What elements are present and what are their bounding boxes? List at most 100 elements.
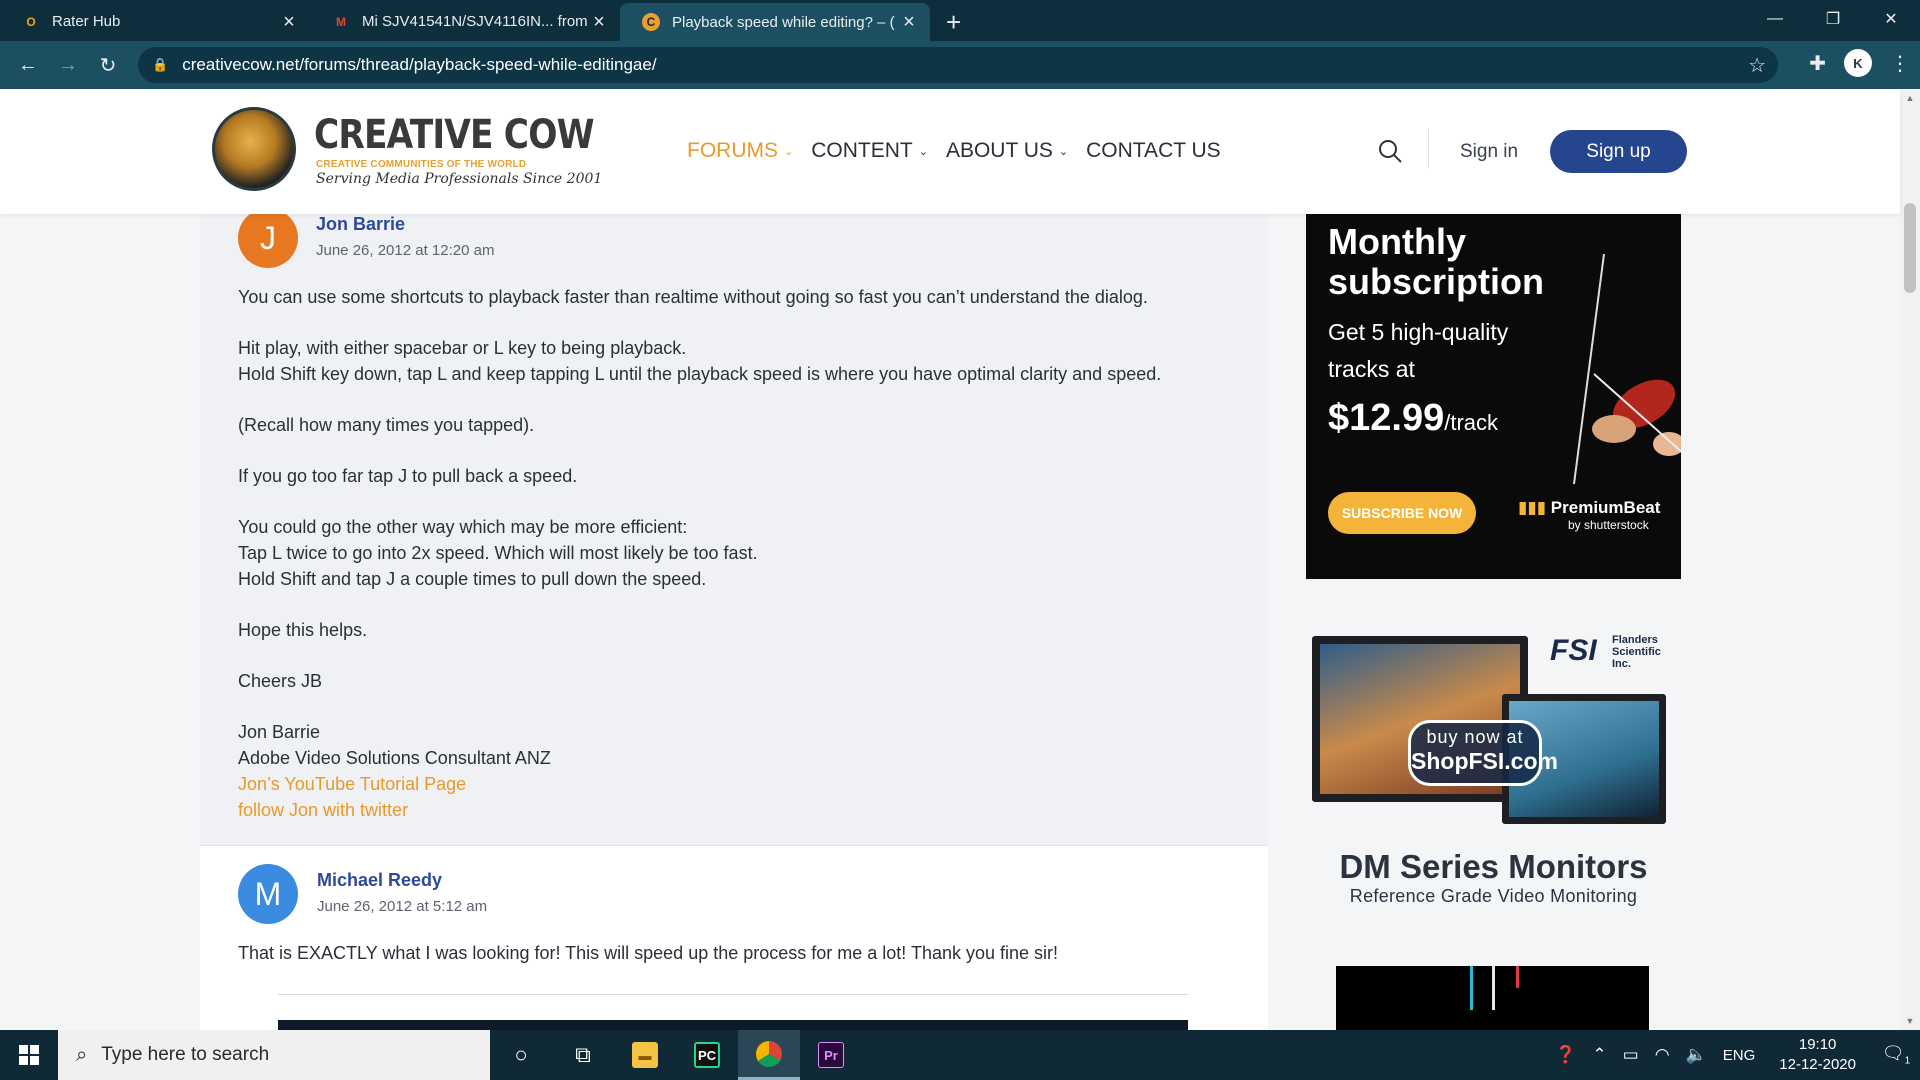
clock-time: 19:10 [1798,1036,1837,1053]
nav-label: FORUMS [687,139,778,162]
subscribe-now-button[interactable]: SUBSCRIBE NOW [1328,492,1476,534]
help-icon[interactable]: ❓ [1547,1045,1584,1065]
tab-rater-hub[interactable]: O Rater Hub × [0,4,310,39]
post-paragraph: (Recall how many times you tapped). [238,415,535,435]
logo-slogan: Serving Media Professionals Since 2001 [316,171,603,187]
scroll-up-icon[interactable]: ▲ [1900,93,1920,103]
tab-title: Rater Hub [52,13,121,30]
creative-cow-logo[interactable]: CREATIVE COW CREATIVE COMMUNITIES OF THE… [212,107,602,197]
ad-decoration [1470,966,1473,1010]
reload-button[interactable]: ↻ [88,53,128,78]
lock-icon[interactable]: 🔒 [152,57,168,73]
ad-decoration [1516,966,1519,988]
ad-subtext: Get 5 high-quality tracks at [1328,319,1509,382]
logo-tagline: CREATIVE COMMUNITIES OF THE WORLD [316,159,527,170]
scroll-down-icon[interactable]: ▼ [1900,1016,1920,1026]
battery-icon[interactable]: ▭ [1615,1045,1647,1065]
fsi-monitors-ad[interactable]: FSI Flanders Scientific Inc. buy now at … [1306,622,1681,922]
close-tab-icon[interactable]: × [280,12,298,32]
main-navigation: FORUMS ⌄ CONTENT ⌄ ABOUT US ⌄ CONTACT US [687,139,1221,163]
nav-label: CONTACT US [1086,139,1221,162]
post-paragraph: Hit play, with either spacebar or L key … [238,338,1162,384]
ad-subtitle: Reference Grade Video Monitoring [1349,886,1638,906]
author-name-link[interactable]: Jon Barrie [316,214,405,235]
close-tab-icon[interactable]: × [590,12,608,32]
extension-area: ✚ K ⋮ [1809,49,1910,77]
extensions-puzzle-icon[interactable]: ✚ [1809,51,1826,76]
reply-post: J Jon Barrie June 26, 2012 at 12:20 am Y… [200,214,1268,846]
chevron-up-icon[interactable]: ⌃ [1584,1045,1614,1065]
page-content: J Jon Barrie June 26, 2012 at 12:20 am Y… [0,214,1900,1030]
post-paragraph: You could go the other way which may be … [238,517,758,589]
post-paragraph: That is EXACTLY what I was looking for! … [238,943,1059,963]
violin-icon [1573,254,1681,485]
nav-label: ABOUT US [945,139,1053,162]
third-ad[interactable] [1336,966,1649,1030]
embedded-media[interactable] [278,1020,1188,1030]
author-avatar[interactable]: J [238,214,298,268]
language-indicator[interactable]: ENG [1715,1047,1764,1064]
sign-up-button[interactable]: Sign up [1550,130,1687,173]
restore-button[interactable]: ❐ [1804,0,1862,38]
file-explorer-icon[interactable]: ▬ [614,1030,676,1080]
thread-replies: J Jon Barrie June 26, 2012 at 12:20 am Y… [200,214,1268,1030]
nav-content[interactable]: CONTENT ⌄ [811,139,928,163]
wifi-icon[interactable]: ◠ [1647,1045,1678,1065]
search-icon: ⌕ [76,1043,88,1066]
clock[interactable]: 19:10 12-12-2020 [1763,1035,1872,1075]
notification-center-icon[interactable]: 🗨1 [1872,1043,1920,1067]
forward-button[interactable]: → [48,54,88,77]
reply-post: M Michael Reedy June 26, 2012 at 5:12 am… [200,846,1268,1030]
pycharm-icon[interactable]: PC [676,1030,738,1080]
nav-about-us[interactable]: ABOUT US ⌄ [946,139,1068,163]
tab-creative-cow[interactable]: C Playback speed while editing? – ( × [620,3,930,41]
search-icon[interactable] [1376,137,1404,165]
post-paragraph: You can use some shortcuts to playback f… [238,287,1148,307]
page-scrollbar[interactable]: ▲ ▼ [1900,89,1920,1030]
cortana-icon[interactable]: ○ [490,1030,552,1080]
tab-gmail[interactable]: M Mi SJV41541N/SJV4116IN... from × [310,4,620,39]
post-paragraph: Hope this helps. [238,620,368,640]
back-button[interactable]: ← [8,54,48,77]
bookmark-star-icon[interactable]: ☆ [1748,53,1766,78]
nav-contact-us[interactable]: CONTACT US [1086,139,1221,163]
address-bar[interactable]: 🔒 creativecow.net/forums/thread/playback… [138,47,1778,83]
nav-label: CONTENT [811,139,913,162]
bubble-line1: buy now at [1426,727,1524,747]
new-tab-button[interactable]: + [930,3,977,41]
sign-in-link[interactable]: Sign in [1460,141,1518,163]
premiere-pro-icon[interactable]: Pr [800,1030,862,1080]
scrollbar-thumb[interactable] [1904,203,1916,293]
search-placeholder: Type here to search [101,1044,270,1065]
ad-price: $12.99/track [1328,397,1499,439]
chrome-icon[interactable] [738,1030,800,1080]
rater-hub-favicon-icon: O [26,14,36,29]
profile-avatar[interactable]: K [1844,49,1872,77]
creative-cow-favicon-icon: C [642,13,660,31]
chevron-down-icon: ⌄ [784,145,794,158]
close-tab-icon[interactable]: × [900,12,918,32]
browser-toolbar: ← → ↻ 🔒 creativecow.net/forums/thread/pl… [0,41,1920,89]
taskbar-search-box[interactable]: ⌕ Type here to search [58,1030,490,1080]
chevron-down-icon: ⌄ [1058,145,1069,158]
tab-title: Mi SJV41541N/SJV4116IN... from [362,13,588,30]
bubble-line2: ShopFSI.com [1411,748,1558,774]
post-paragraph: Cheers JB [238,671,323,691]
twitter-follow-link[interactable]: follow Jon with twitter [238,797,1238,823]
premiumbeat-logo: ▮▮▮ PremiumBeat [1518,498,1661,517]
nav-forums[interactable]: FORUMS ⌄ [687,139,793,163]
minimize-button[interactable]: — [1746,0,1804,38]
browser-tab-strip: O Rater Hub × M Mi SJV41541N/SJV4116IN..… [0,0,1920,41]
premiumbeat-ad[interactable]: Monthly subscription Get 5 high-quality … [1306,214,1681,579]
youtube-tutorial-link[interactable]: Jon’s YouTube Tutorial Page [238,771,1238,797]
author-name-link[interactable]: Michael Reedy [317,870,442,891]
ad-title: DM Series Monitors [1339,848,1648,885]
bars-icon: ▮▮▮ [1518,498,1551,517]
browser-menu-icon[interactable]: ⋮ [1890,51,1910,76]
author-avatar[interactable]: M [238,864,298,924]
start-button[interactable] [0,1030,58,1080]
task-view-icon[interactable]: ⧉ [552,1030,614,1080]
chevron-down-icon: ⌄ [918,145,928,158]
close-window-button[interactable]: ✕ [1862,0,1920,38]
volume-icon[interactable]: 🔈 [1678,1045,1715,1065]
